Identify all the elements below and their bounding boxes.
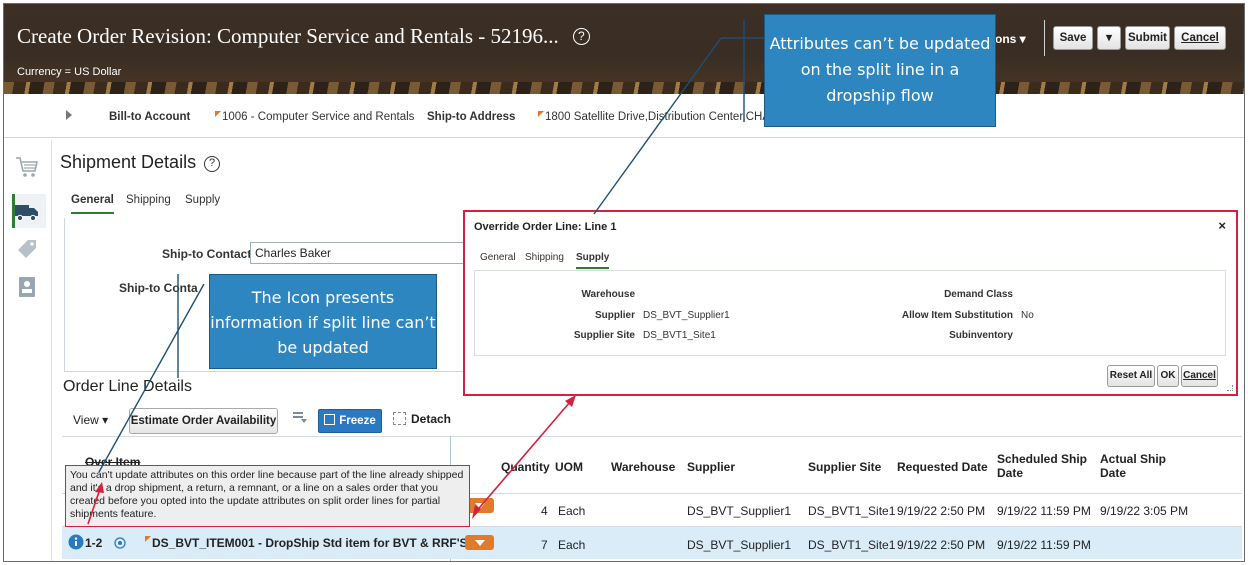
connector-line bbox=[593, 37, 722, 215]
connector-line bbox=[98, 283, 205, 473]
red-arrowhead bbox=[95, 482, 104, 493]
app-window: Create Order Revision: Computer Service … bbox=[3, 3, 1245, 562]
red-arrow-line bbox=[87, 488, 101, 525]
callout-info-icon: The Icon presents information if split l… bbox=[209, 274, 437, 369]
callout-dropship-attributes: Attributes can’t be updated on the split… bbox=[764, 14, 996, 127]
annotation-arrows bbox=[87, 20, 764, 525]
red-arrow-line bbox=[473, 401, 571, 515]
